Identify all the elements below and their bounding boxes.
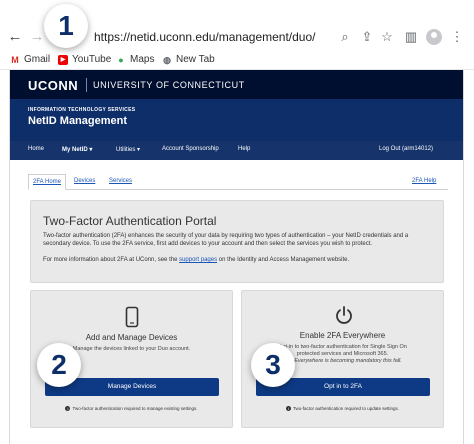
- portal-description: Two-factor authentication (2FA) enhances…: [43, 233, 409, 247]
- tab-devices[interactable]: Devices: [74, 178, 95, 184]
- share-icon[interactable]: ⇪: [358, 28, 376, 46]
- info-icon: i: [65, 406, 71, 412]
- site-title[interactable]: NetID Management: [28, 115, 127, 127]
- bookmark-maps[interactable]: ● Maps: [116, 54, 154, 65]
- info-icon: i: [285, 406, 291, 412]
- logo-divider: [86, 78, 87, 92]
- main-navigation: Home My NetID ▾ Utilities ▾ Account Spon…: [10, 141, 463, 160]
- youtube-icon: ▶: [58, 54, 68, 65]
- tab-2fa-home[interactable]: 2FA Home: [28, 174, 67, 190]
- address-bar-url[interactable]: https://netid.uconn.edu/management/duo/: [94, 30, 316, 44]
- back-arrow-icon[interactable]: ←: [6, 28, 24, 46]
- step-badge-3: 3: [251, 343, 295, 387]
- nav-home[interactable]: Home: [28, 146, 44, 152]
- university-name[interactable]: UNIVERSITY OF CONNECTICUT: [93, 80, 245, 90]
- maps-icon: ●: [118, 54, 124, 65]
- nav-utilities[interactable]: Utilities ▾: [116, 146, 140, 153]
- chevron-down-icon: ▾: [89, 147, 93, 153]
- card-title: Enable 2FA Everywhere: [299, 331, 386, 340]
- card-title: Add and Manage Devices: [85, 333, 178, 342]
- uconn-top-bar: UCONN UNIVERSITY OF CONNECTICUT: [10, 70, 463, 99]
- zoom-icon[interactable]: ⌕: [336, 28, 354, 46]
- step-badge-1: 1: [44, 4, 88, 48]
- mobile-phone-icon: [125, 306, 139, 328]
- bookmark-new-tab[interactable]: ◍ New Tab: [162, 54, 215, 65]
- chevron-down-icon: ▾: [137, 147, 141, 153]
- side-panel-icon[interactable]: ▥: [402, 28, 420, 46]
- link-2fa-help[interactable]: 2FA Help: [412, 178, 436, 184]
- nav-my-netid[interactable]: My NetID ▾: [62, 146, 92, 153]
- bookmark-star-icon[interactable]: ☆: [378, 28, 396, 46]
- portal-intro-panel: Two-Factor Authentication Portal Two-fac…: [30, 200, 444, 283]
- profile-avatar[interactable]: [426, 29, 442, 45]
- portal-more-info: For more information about 2FA at UConn,…: [43, 257, 350, 263]
- forward-arrow-icon[interactable]: →: [28, 28, 46, 46]
- support-pages-link[interactable]: support pages: [179, 257, 217, 263]
- portal-title: Two-Factor Authentication Portal: [43, 214, 217, 228]
- nav-account-sponsorship[interactable]: Account Sponsorship: [162, 146, 219, 152]
- bookmarks-bar: M Gmail ▶ YouTube ● Maps ◍ New Tab: [0, 52, 474, 70]
- gmail-icon: M: [11, 54, 19, 65]
- card-note: i Two-factor authentication required to m…: [31, 406, 232, 412]
- nav-logout[interactable]: Log Out (arm14012): [379, 146, 433, 152]
- card-note: i Two-factor authentication required to u…: [242, 406, 443, 412]
- menu-kebab-icon[interactable]: ⋮: [448, 28, 466, 46]
- nav-help[interactable]: Help: [238, 146, 250, 152]
- bookmark-youtube[interactable]: ▶ YouTube: [58, 54, 111, 65]
- site-header: INFORMATION TECHNOLOGY SERVICES NetID Ma…: [10, 99, 463, 141]
- step-badge-2: 2: [37, 343, 81, 387]
- globe-icon: ◍: [163, 54, 171, 65]
- power-icon: [336, 306, 352, 324]
- duo-subnav: 2FA Home Devices Services 2FA Help: [28, 174, 448, 190]
- web-page: UCONN UNIVERSITY OF CONNECTICUT INFORMAT…: [9, 70, 464, 444]
- uconn-logo[interactable]: UCONN: [28, 78, 78, 93]
- tab-services[interactable]: Services: [109, 178, 132, 184]
- bookmark-gmail[interactable]: M Gmail: [10, 54, 50, 65]
- its-label: INFORMATION TECHNOLOGY SERVICES: [28, 107, 136, 113]
